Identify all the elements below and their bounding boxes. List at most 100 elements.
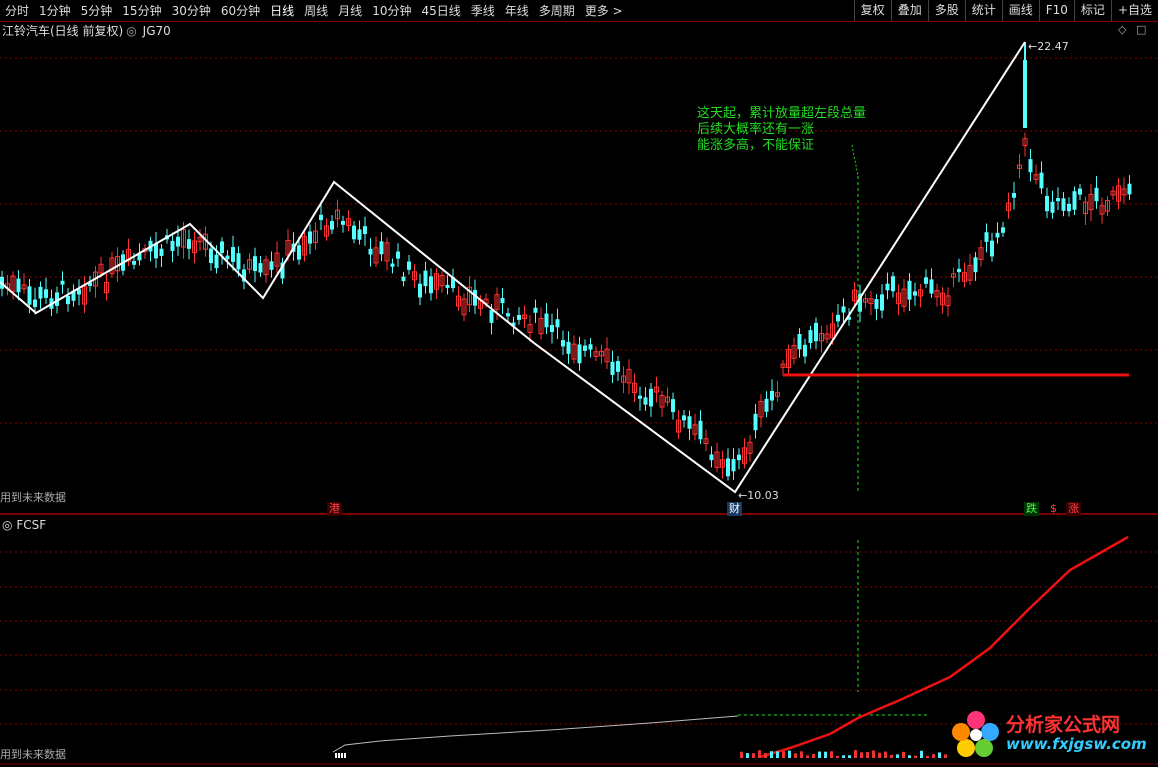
volume-bar	[782, 751, 785, 758]
candle-body	[610, 361, 615, 375]
candle-body	[27, 286, 32, 305]
candle-body	[1039, 172, 1044, 189]
volume-bar	[926, 755, 929, 758]
candle-body	[379, 241, 384, 255]
volume-bar	[938, 752, 941, 758]
candle-body	[1094, 187, 1099, 202]
candle-body	[643, 397, 648, 405]
volume-bar	[884, 751, 887, 758]
candle-body	[176, 236, 180, 247]
volume-bar	[794, 753, 797, 758]
future-data-note: 用到未来数据	[0, 491, 66, 504]
candle-body	[929, 279, 934, 294]
candle-body	[1127, 183, 1132, 195]
rise-tag[interactable]: 涨	[1066, 502, 1081, 516]
volume-bar	[914, 755, 917, 758]
volume-bar	[788, 750, 791, 758]
candle-body	[990, 240, 994, 257]
candle-body	[874, 298, 879, 309]
candle-body	[407, 261, 411, 270]
candle-body	[44, 289, 48, 298]
candle-body	[885, 283, 890, 291]
candle-body	[297, 245, 301, 260]
candle-body	[737, 454, 741, 461]
candle-body	[649, 388, 653, 407]
candle-body	[1056, 198, 1060, 202]
candle-body	[808, 330, 813, 344]
volume-bar	[902, 751, 905, 758]
annotation-line-3: 能涨多高，不能保证	[697, 138, 815, 153]
candle-body	[236, 253, 241, 270]
candle-body	[209, 248, 213, 264]
annotation-line-1: 这天起，累计放量超左段总量	[697, 106, 867, 121]
candle-body	[880, 294, 884, 311]
volume-bar	[908, 755, 911, 758]
volume-bar	[344, 753, 346, 758]
volume-bar	[890, 754, 893, 758]
candle-body	[891, 276, 895, 292]
volume-bar	[866, 752, 869, 758]
candle-body	[566, 341, 571, 354]
volume-bar	[740, 751, 743, 758]
dollar-tag[interactable]: $	[1048, 502, 1059, 516]
candle-body	[308, 231, 312, 244]
candle-body	[687, 416, 692, 429]
candle-body	[957, 268, 961, 273]
candle-body	[66, 295, 70, 305]
sub-indicator-name: FCSF	[16, 518, 47, 532]
candle-body	[1078, 188, 1082, 195]
candle-body	[159, 248, 164, 256]
volume-bar	[932, 754, 935, 758]
watermark-logo: 分析家公式网 www.fxjgsw.com	[950, 708, 1147, 760]
candle-body	[698, 420, 703, 440]
candle-body	[330, 221, 334, 230]
watermark-url: www.fxjgsw.com	[1006, 735, 1147, 753]
hk-tag[interactable]: 港	[327, 502, 342, 516]
candle-body	[225, 255, 230, 260]
candle-body	[995, 232, 1000, 238]
candle-body	[544, 313, 549, 328]
candle-body	[1012, 193, 1016, 198]
candle-body	[583, 345, 587, 351]
candle-body	[77, 289, 81, 295]
candle-body	[60, 280, 65, 285]
candle-body	[418, 283, 422, 298]
candle-body	[731, 459, 736, 472]
circle-icon[interactable]: ◎	[2, 518, 12, 532]
low-price-value: 10.03	[747, 489, 779, 502]
candle-body	[132, 260, 136, 265]
candle-body	[429, 276, 433, 294]
candle-body	[577, 344, 582, 364]
candle-body	[489, 309, 494, 323]
volume-bar	[854, 750, 857, 758]
volume-bar	[896, 754, 899, 758]
candle-body	[671, 399, 675, 413]
zigzag-line	[0, 41, 1026, 494]
candle-body	[357, 229, 362, 240]
candle-body	[638, 395, 642, 399]
candle-body	[1028, 159, 1033, 173]
volume-bar	[842, 755, 845, 758]
candle-body	[836, 314, 840, 322]
candle-body	[517, 314, 521, 320]
volume-bar	[800, 751, 803, 758]
annotation-line-2: 后续大概率还有一涨	[697, 122, 815, 137]
volume-bar	[836, 755, 839, 758]
candle-body	[396, 251, 400, 259]
chart-canvas	[0, 41, 1158, 765]
candle-body	[1067, 203, 1071, 212]
finance-tag[interactable]: 财	[727, 502, 742, 516]
candle-body	[500, 297, 505, 304]
candle-body	[16, 278, 21, 293]
watermark-title: 分析家公式网	[1006, 714, 1121, 736]
volume-bar	[824, 751, 827, 758]
candle-body	[38, 286, 43, 299]
volume-bar	[758, 750, 761, 758]
volume-bar	[920, 750, 923, 758]
candle-body	[814, 322, 818, 342]
volume-bar	[341, 753, 343, 758]
candle-body	[1045, 195, 1049, 212]
candle-body	[561, 340, 565, 347]
fall-tag[interactable]: 跌	[1024, 502, 1039, 516]
candle-body	[1001, 227, 1005, 233]
